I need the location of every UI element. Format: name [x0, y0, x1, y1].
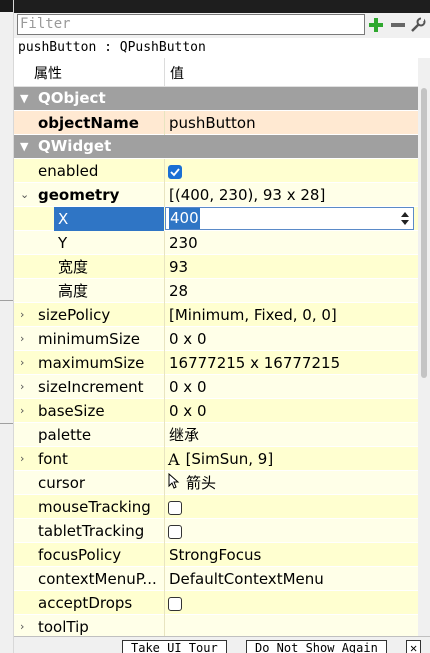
mousetracking-checkbox[interactable]	[168, 500, 182, 515]
prop-value[interactable]: A [SimSun, 9]	[165, 447, 418, 471]
prop-row-maximumsize[interactable]: › maximumSize 16777215 x 16777215	[14, 351, 418, 375]
prop-name: baseSize	[38, 402, 105, 420]
object-class-label: pushButton : QPushButton	[14, 38, 430, 58]
header-value[interactable]: 值	[170, 63, 184, 83]
prop-name: sizePolicy	[38, 306, 111, 324]
tablettracking-checkbox[interactable]	[168, 524, 182, 539]
prop-row-acceptdrops[interactable]: acceptDrops	[14, 591, 418, 615]
prop-value	[165, 591, 418, 615]
chevron-down-icon[interactable]: ▼	[20, 87, 28, 111]
prop-name: acceptDrops	[38, 594, 133, 612]
scrollbar-thumb[interactable]	[421, 88, 427, 378]
section-qwidget[interactable]: ▼ QWidget	[14, 135, 418, 159]
table-header: 属性 值	[14, 58, 418, 87]
acceptdrops-checkbox[interactable]	[168, 596, 182, 611]
header-property[interactable]: 属性	[34, 63, 62, 83]
prop-name: tabletTracking	[38, 522, 145, 540]
minus-icon[interactable]	[388, 15, 408, 35]
prop-row-objectname[interactable]: objectName pushButton	[14, 111, 418, 135]
prop-value[interactable]: StrongFocus	[165, 543, 422, 567]
prop-row-width[interactable]: 宽度 93	[14, 255, 418, 279]
prop-name: contextMenuP...	[38, 570, 157, 588]
prop-value	[165, 495, 418, 519]
property-editor: Filter pushButton : QPushButton 属性 值 ▼ Q…	[0, 0, 430, 653]
prop-name: font	[38, 450, 68, 468]
tour-bar: Take UI Tour Do Not Show Again ✕	[14, 636, 430, 653]
prop-value[interactable]: DefaultContextMenu	[165, 567, 422, 591]
filter-toolbar: Filter	[14, 13, 430, 38]
x-spinbox[interactable]: 400	[165, 207, 414, 230]
prop-value[interactable]: 0 x 0	[165, 375, 422, 399]
prop-row-height[interactable]: 高度 28	[14, 279, 418, 303]
prop-name: minimumSize	[38, 330, 140, 348]
do-not-show-again-button[interactable]: Do Not Show Again	[246, 640, 387, 653]
font-icon: A	[168, 449, 180, 469]
prop-value[interactable]: pushButton	[165, 111, 422, 135]
prop-row-sizepolicy[interactable]: › sizePolicy [Minimum, Fixed, 0, 0]	[14, 303, 418, 327]
spin-arrows-icon[interactable]	[400, 210, 410, 227]
prop-name: cursor	[38, 474, 86, 492]
prop-row-focuspolicy[interactable]: focusPolicy StrongFocus	[14, 543, 418, 567]
prop-name: palette	[38, 426, 92, 444]
prop-row-sizeincrement[interactable]: › sizeIncrement 0 x 0	[14, 375, 418, 399]
prop-value[interactable]: 继承	[165, 423, 422, 447]
prop-name: sizeIncrement	[38, 378, 144, 396]
prop-value[interactable]: [(400, 230), 93 x 28]	[165, 183, 422, 207]
prop-value[interactable]: 16777215 x 16777215	[165, 351, 422, 375]
prop-name: maximumSize	[38, 354, 145, 372]
prop-name: enabled	[38, 162, 99, 180]
prop-row-geometry[interactable]: ⌄ geometry [(400, 230), 93 x 28]	[14, 183, 418, 207]
prop-value[interactable]: 箭头	[165, 471, 418, 495]
prop-value[interactable]: 0 x 0	[165, 327, 422, 351]
font-value-text: [SimSun, 9]	[185, 450, 274, 468]
vertical-scrollbar[interactable]	[418, 58, 430, 636]
prop-row-palette[interactable]: palette 继承	[14, 423, 418, 447]
section-qobject[interactable]: ▼ QObject	[14, 87, 418, 111]
prop-value[interactable]: 230	[165, 231, 422, 255]
prop-value[interactable]: 28	[165, 279, 422, 303]
close-icon[interactable]: ✕	[406, 640, 422, 653]
prop-row-x[interactable]: X 400	[14, 207, 418, 231]
prop-value[interactable]: 93	[165, 255, 422, 279]
prop-row-mousetracking[interactable]: mouseTracking	[14, 495, 418, 519]
filter-input[interactable]: Filter	[17, 14, 365, 35]
prop-row-y[interactable]: Y 230	[14, 231, 418, 255]
section-label: QObject	[38, 89, 106, 107]
prop-row-font[interactable]: › font A [SimSun, 9]	[14, 447, 418, 471]
section-label: QWidget	[38, 137, 112, 155]
plus-icon[interactable]	[366, 15, 386, 35]
prop-value	[165, 519, 418, 543]
prop-row-contextmenupolicy[interactable]: contextMenuP... DefaultContextMenu	[14, 567, 418, 591]
prop-row-basesize[interactable]: › baseSize 0 x 0	[14, 399, 418, 423]
chevron-down-icon[interactable]: ▼	[20, 135, 28, 159]
left-panel-edge	[0, 0, 14, 653]
prop-name: mouseTracking	[38, 498, 151, 516]
property-table: 属性 值 ▼ QObject objectName pushButton ▼ Q…	[14, 58, 418, 639]
arrow-cursor-icon	[168, 472, 180, 496]
prop-row-cursor[interactable]: cursor 箭头	[14, 471, 418, 495]
wrench-icon[interactable]	[408, 15, 428, 35]
cursor-value-text: 箭头	[186, 474, 217, 492]
prop-value[interactable]: 0 x 0	[165, 399, 422, 423]
prop-row-tablettracking[interactable]: tabletTracking	[14, 519, 418, 543]
prop-value: 400	[165, 207, 418, 231]
take-ui-tour-button[interactable]: Take UI Tour	[122, 640, 227, 653]
enabled-checkbox[interactable]	[168, 164, 182, 179]
prop-value	[165, 159, 418, 183]
prop-name: geometry	[38, 186, 120, 204]
prop-row-minimumsize[interactable]: › minimumSize 0 x 0	[14, 327, 418, 351]
prop-name: focusPolicy	[38, 546, 122, 564]
title-bar	[14, 0, 430, 13]
prop-value[interactable]: [Minimum, Fixed, 0, 0]	[165, 303, 422, 327]
spinbox-text[interactable]: 400	[169, 208, 200, 229]
prop-row-enabled[interactable]: enabled	[14, 159, 418, 183]
prop-name: objectName	[38, 114, 139, 132]
